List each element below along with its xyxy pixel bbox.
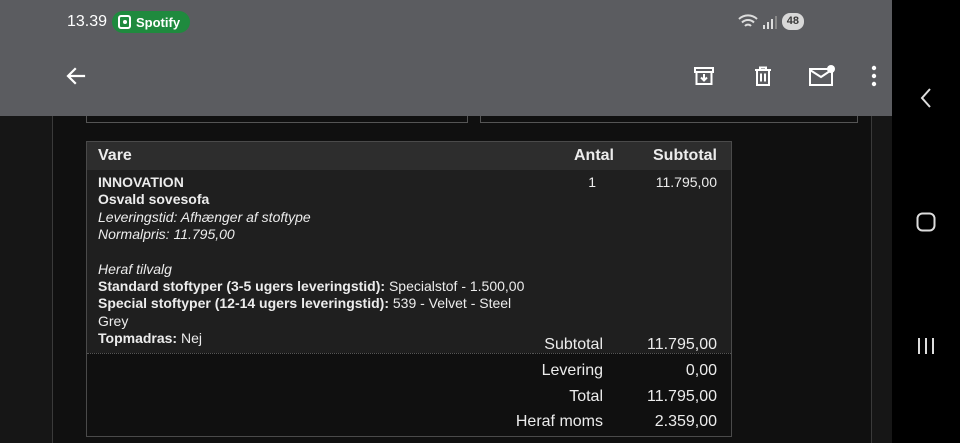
totals-row-delivery: Levering 0,00 <box>443 362 731 388</box>
arrow-left-icon <box>66 67 86 85</box>
order-table: Vare Antal Subtotal INNOVATION Osvald so… <box>86 141 732 354</box>
item-description: INNOVATION Osvald sovesofa Leveringstid:… <box>86 170 533 354</box>
item-name: Osvald sovesofa <box>98 191 210 208</box>
header-item: Vare <box>86 141 533 170</box>
order-totals: Subtotal 11.795,00 Levering 0,00 Total 1… <box>86 333 732 437</box>
totals-label: Heraf moms <box>515 413 603 430</box>
status-time: 13.39 <box>67 13 108 30</box>
archive-icon <box>694 67 714 85</box>
option-line: Special stoftyper (12-14 ugers leverings… <box>98 295 532 330</box>
mark-unread-button[interactable] <box>804 58 840 94</box>
spotify-icon <box>118 15 131 29</box>
mark-unread-icon <box>809 65 835 86</box>
nav-recents-button[interactable] <box>912 332 940 360</box>
totals-value: 11.795,00 <box>647 388 717 405</box>
option-label: Special stoftyper (12-14 ugers leverings… <box>98 295 389 312</box>
totals-row-vat: Heraf moms 2.359,00 <box>443 413 731 439</box>
delete-icon <box>755 66 771 86</box>
header-qty: Antal <box>533 141 620 170</box>
option-value: Specialstof - 1.500,00 <box>385 278 525 295</box>
spotify-indicator[interactable]: Spotify <box>112 11 190 33</box>
app-header: 13.39 Spotify 48 <box>0 0 892 116</box>
options-heading: Heraf tilvalg <box>98 260 172 277</box>
totals-label: Subtotal <box>544 336 603 353</box>
battery-indicator: 48 <box>781 13 804 30</box>
totals-row-total: Total 11.795,00 <box>443 388 731 414</box>
totals-row-subtotal: Subtotal 11.795,00 <box>443 336 731 362</box>
signal-icon <box>762 15 777 29</box>
address-box-left <box>86 116 468 123</box>
recents-icon <box>918 338 934 354</box>
chevron-left-icon <box>920 88 931 108</box>
item-brand: INNOVATION <box>98 174 184 190</box>
status-icons: 48 <box>738 13 804 30</box>
nav-back-button[interactable] <box>912 84 940 112</box>
header-subtotal: Subtotal <box>620 141 732 170</box>
totals-value: 0,00 <box>685 362 717 379</box>
totals-value: 11.795,00 <box>647 336 717 353</box>
item-subtotal: 11.795,00 <box>620 170 732 354</box>
item-qty: 1 <box>533 170 620 354</box>
item-normal-price: Normalpris: 11.795,00 <box>98 226 235 243</box>
table-row: INNOVATION Osvald sovesofa Leveringstid:… <box>86 170 732 354</box>
home-square-icon <box>916 212 936 232</box>
table-header-row: Vare Antal Subtotal <box>86 141 732 170</box>
totals-label: Levering <box>541 362 603 379</box>
back-button[interactable] <box>58 58 94 94</box>
spotify-label: Spotify <box>136 14 181 30</box>
totals-label: Total <box>569 388 603 405</box>
wifi-icon <box>738 13 758 27</box>
more-options-button[interactable] <box>856 58 892 94</box>
option-label: Standard stoftyper (3-5 ugers leveringst… <box>98 278 386 295</box>
item-delivery-time: Leveringstid: Afhænger af stoftype <box>98 208 311 225</box>
more-vert-icon <box>871 65 877 87</box>
archive-button[interactable] <box>686 58 722 94</box>
address-box-right <box>480 116 858 123</box>
delete-button[interactable] <box>745 58 781 94</box>
system-nav-bar <box>892 0 960 443</box>
totals-value: 2.359,00 <box>654 413 717 430</box>
option-line: Standard stoftyper (3-5 ugers leveringst… <box>98 278 532 295</box>
nav-home-button[interactable] <box>912 208 940 236</box>
